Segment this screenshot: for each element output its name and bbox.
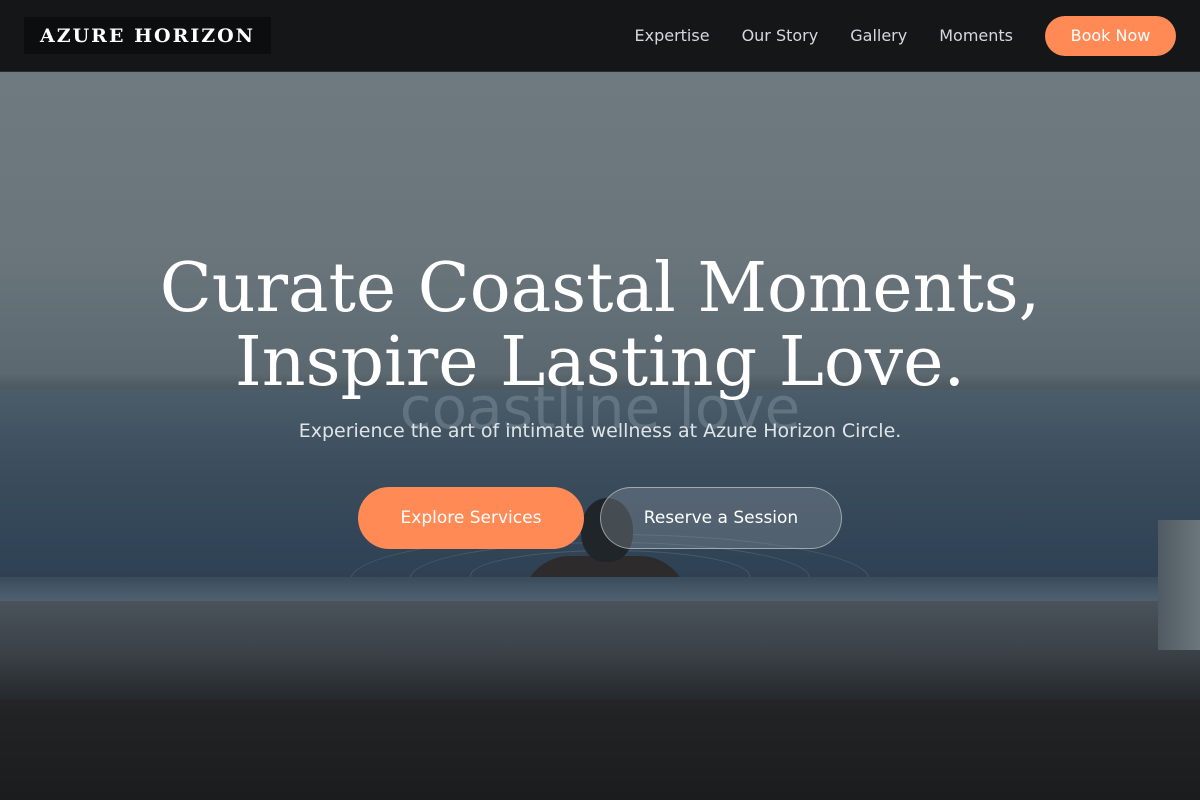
- hero-title-line-2: Inspire Lasting Love.: [234, 323, 966, 402]
- nav-link-gallery[interactable]: Gallery: [850, 26, 907, 45]
- deck-post: [1158, 520, 1200, 650]
- page-bottom-band: [0, 700, 1200, 800]
- explore-services-button[interactable]: Explore Services: [358, 487, 584, 549]
- hero-title-line-1: Curate Coastal Moments,: [159, 249, 1041, 328]
- hero-subtitle: Experience the art of intimate wellness …: [298, 420, 902, 442]
- reserve-session-button[interactable]: Reserve a Session: [600, 487, 842, 549]
- site-header: AZURE HORIZON Expertise Our Story Galler…: [0, 0, 1200, 72]
- pool-edge: [0, 577, 1200, 601]
- main-nav: Expertise Our Story Gallery Moments Book…: [635, 15, 1176, 56]
- site-logo[interactable]: AZURE HORIZON: [24, 17, 272, 54]
- nav-link-our-story[interactable]: Our Story: [742, 26, 819, 45]
- nav-link-moments[interactable]: Moments: [939, 26, 1013, 45]
- hero-title: Curate Coastal Moments, Inspire Lasting …: [100, 252, 1100, 400]
- pool-deck: [0, 601, 1200, 700]
- hero-section: coastline love Curate Coastal Moments, I…: [0, 72, 1200, 700]
- book-now-button[interactable]: Book Now: [1045, 15, 1176, 56]
- nav-link-expertise[interactable]: Expertise: [635, 26, 710, 45]
